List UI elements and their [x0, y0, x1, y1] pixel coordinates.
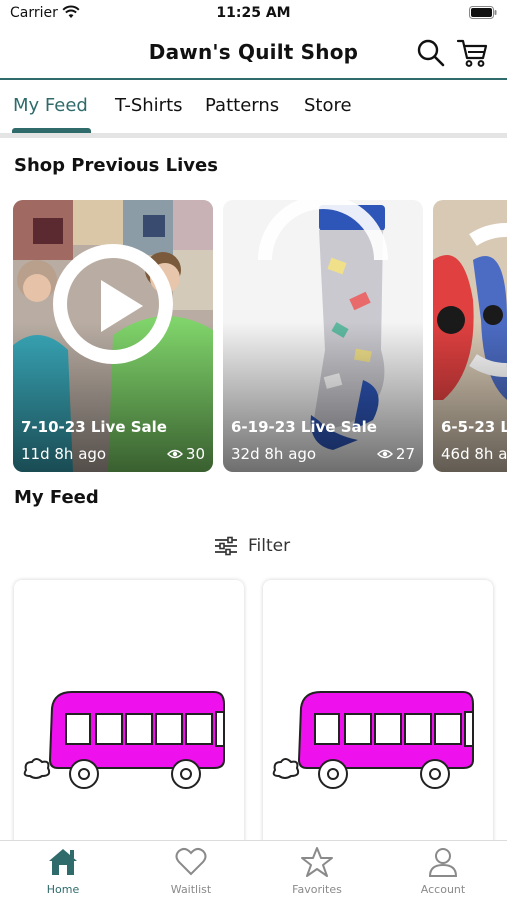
live-sale-card[interactable]: 6-19-23 Live Sale 32d 8h ago 27 — [223, 200, 423, 472]
product-card[interactable] — [14, 580, 244, 850]
heart-icon — [175, 847, 207, 876]
view-count-value: 27 — [395, 445, 415, 463]
live-sale-age: 11d 8h ago — [21, 445, 107, 463]
cart-button[interactable] — [456, 36, 490, 70]
search-icon — [417, 39, 445, 67]
nav-account[interactable]: Account — [388, 847, 498, 896]
tab-patterns[interactable]: Patterns — [205, 95, 279, 116]
view-count: 27 — [376, 445, 415, 463]
live-sale-age: 32d 8h ago — [231, 445, 317, 463]
tab-store[interactable]: Store — [304, 95, 352, 116]
section-title-my-feed: My Feed — [14, 487, 99, 508]
home-icon — [49, 849, 77, 875]
app-header: Dawn's Quilt Shop — [0, 28, 507, 80]
battery-icon — [469, 6, 497, 19]
nav-home[interactable]: Home — [8, 847, 118, 896]
cart-icon — [456, 39, 488, 67]
eye-icon — [166, 449, 183, 459]
live-sale-card[interactable]: 7-10-23 Live Sale 11d 8h ago 30 — [13, 200, 213, 472]
eye-icon — [376, 449, 393, 459]
status-bar: Carrier 11:25 AM — [0, 0, 507, 28]
nav-label-account: Account — [420, 883, 466, 896]
bottom-nav: Home Waitlist Favorites Account — [0, 840, 507, 900]
category-tabs: My Feed T-Shirts Patterns Store — [0, 82, 507, 138]
section-title-previous-lives: Shop Previous Lives — [14, 155, 218, 176]
filter-icon — [215, 536, 237, 556]
bus-image — [23, 691, 225, 789]
tab-indicator — [12, 128, 91, 133]
filter-label: Filter — [248, 536, 291, 556]
tab-t-shirts[interactable]: T-Shirts — [115, 95, 183, 116]
nav-label-favorites: Favorites — [292, 883, 342, 896]
view-count: 30 — [166, 445, 205, 463]
status-time: 11:25 AM — [216, 5, 291, 21]
live-sale-age: 46d 8h ago — [441, 445, 507, 463]
live-sale-title: 6-5-23 Live Sale — [441, 418, 507, 436]
product-card[interactable] — [263, 580, 493, 850]
nav-label-waitlist: Waitlist — [170, 883, 212, 896]
view-count-value: 30 — [185, 445, 205, 463]
live-sale-title: 6-19-23 Live Sale — [231, 418, 377, 436]
live-sale-card[interactable]: 6-5-23 Live Sale 46d 8h ago — [433, 200, 507, 472]
filter-button[interactable]: Filter — [214, 532, 290, 560]
tab-my-feed[interactable]: My Feed — [13, 95, 88, 116]
search-button[interactable] — [414, 36, 448, 70]
person-icon — [428, 848, 458, 877]
nav-waitlist[interactable]: Waitlist — [136, 847, 246, 896]
nav-label-home: Home — [46, 883, 80, 896]
live-sale-title: 7-10-23 Live Sale — [21, 418, 167, 436]
star-icon — [301, 847, 333, 877]
nav-favorites[interactable]: Favorites — [262, 847, 372, 896]
bus-image — [272, 691, 474, 789]
